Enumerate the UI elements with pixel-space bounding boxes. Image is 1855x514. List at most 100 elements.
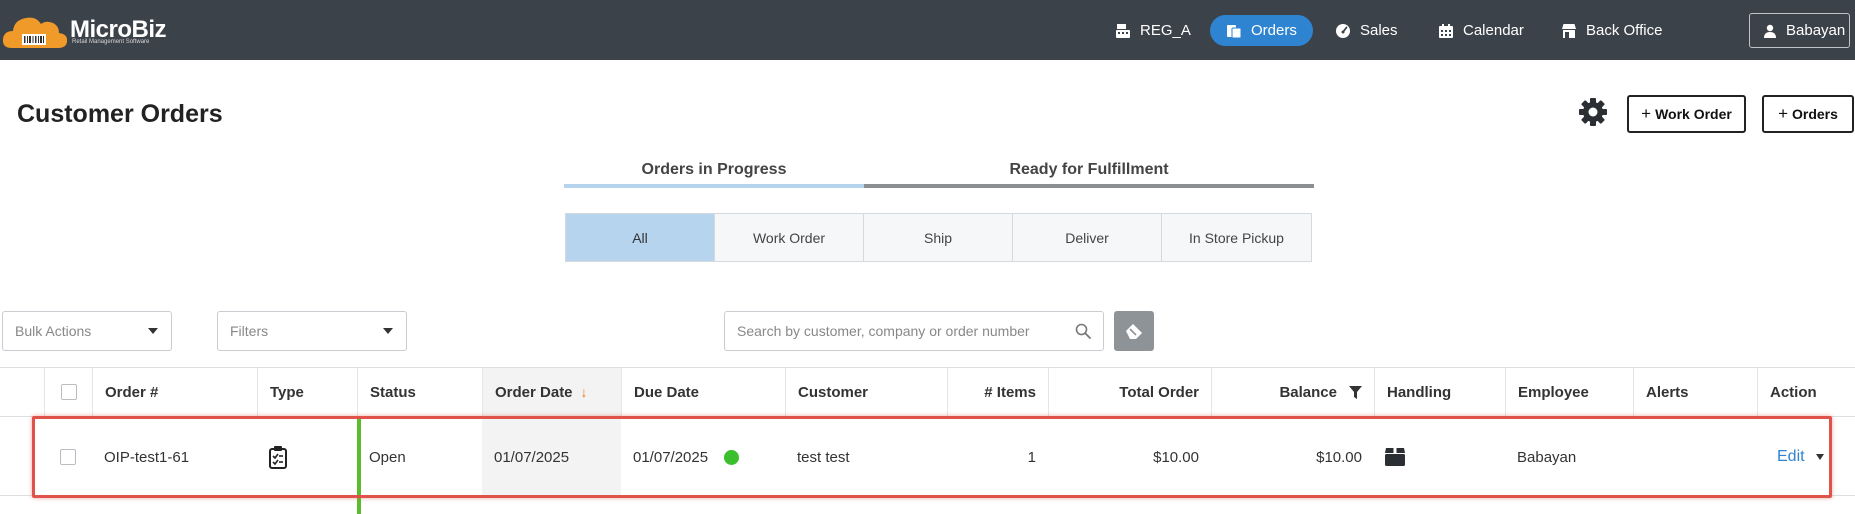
order-date-cell: 01/07/2025 [482, 418, 621, 496]
search-icon[interactable] [1075, 323, 1091, 339]
col-due-date[interactable]: Due Date [621, 368, 785, 416]
balance: $10.00 [1316, 448, 1362, 466]
bulk-actions-dropdown[interactable]: Bulk Actions [2, 311, 172, 351]
col-order-date-label: Order Date [495, 383, 573, 401]
plus-icon: + [1778, 104, 1788, 123]
nav-back-office[interactable]: Back Office [1561, 15, 1662, 46]
nav-sales-label: Sales [1360, 22, 1398, 39]
brand-tagline: Retail Management Software [72, 39, 150, 45]
col-order-date[interactable]: Order Date ↓ [482, 368, 621, 416]
filters-dropdown[interactable]: Filters [217, 311, 407, 351]
plus-icon: + [1641, 104, 1652, 123]
user-name: Babayan [1786, 22, 1846, 39]
col-customer-label: Customer [798, 383, 869, 401]
bulk-actions-label: Bulk Actions [15, 323, 92, 339]
col-customer[interactable]: Customer [785, 368, 947, 416]
dashboard-gauge-icon [1336, 23, 1350, 38]
col-type[interactable]: Type [257, 368, 357, 416]
col-total-order[interactable]: Total Order [1048, 368, 1211, 416]
segment-all[interactable]: All [566, 214, 715, 261]
col-balance-label: Balance [1279, 383, 1337, 401]
order-number: OIP-test1-61 [104, 448, 190, 466]
chevron-down-icon[interactable] [1815, 454, 1824, 460]
segment-deliver[interactable]: Deliver [1013, 214, 1162, 261]
filters-label: Filters [230, 323, 269, 339]
handling-cell [1374, 418, 1505, 496]
user-icon [1764, 24, 1776, 38]
customer-cell[interactable]: test test [785, 418, 947, 496]
gear-icon[interactable] [1578, 97, 1608, 127]
col-handling-label: Handling [1387, 383, 1452, 401]
segment-ship[interactable]: Ship [864, 214, 1013, 261]
segment-in-store-pickup[interactable]: In Store Pickup [1162, 214, 1311, 261]
microbiz-logo[interactable]: MicroBiz Retail Management Software [0, 8, 170, 52]
select-all-checkbox[interactable] [60, 384, 77, 400]
col-employee-label: Employee [1518, 383, 1589, 401]
customer-name: test test [797, 448, 850, 466]
employee-cell: Babayan [1505, 418, 1633, 496]
col-due-date-label: Due Date [634, 383, 700, 401]
orders-icon [1227, 24, 1242, 38]
status-cell: Open [361, 418, 482, 496]
nav-calendar-label: Calendar [1463, 22, 1524, 39]
search-box [724, 311, 1104, 351]
items-count: 1 [1027, 448, 1036, 466]
due-date-cell: 01/07/2025 [621, 418, 785, 496]
col-status[interactable]: Status [357, 368, 482, 416]
items-cell: 1 [947, 418, 1048, 496]
col-type-label: Type [270, 383, 304, 401]
action-cell: Edit [1757, 418, 1855, 496]
top-navigation-bar: MicroBiz Retail Management Software REG_… [0, 0, 1855, 60]
select-all-cell [44, 368, 92, 416]
nav-register[interactable]: REG_A [1115, 15, 1191, 46]
col-alerts-label: Alerts [1646, 383, 1689, 401]
clear-search-button[interactable] [1114, 311, 1154, 351]
add-order-button[interactable]: + Orders [1762, 95, 1854, 133]
filter-funnel-icon[interactable] [1349, 385, 1362, 399]
orders-table-header: Order # Type Status Order Date ↓ Due Dat… [0, 367, 1855, 417]
due-date: 01/07/2025 [633, 448, 709, 466]
nav-calendar[interactable]: Calendar [1438, 15, 1524, 46]
row-select-cell [44, 418, 92, 496]
edit-link[interactable]: Edit [1777, 448, 1805, 466]
balance-cell: $10.00 [1211, 418, 1374, 496]
page-title: Customer Orders [17, 100, 223, 128]
type-cell [257, 418, 357, 496]
chevron-down-icon [148, 328, 158, 334]
row-checkbox[interactable] [60, 449, 76, 465]
add-work-order-label: Work Order [1655, 106, 1732, 122]
segment-work-order[interactable]: Work Order [715, 214, 864, 261]
order-date: 01/07/2025 [494, 448, 570, 466]
nav-orders[interactable]: Orders [1210, 15, 1313, 46]
col-balance[interactable]: Balance [1211, 368, 1374, 416]
col-alerts[interactable]: Alerts [1633, 368, 1757, 416]
sort-descending-icon: ↓ [580, 384, 588, 400]
col-order-number[interactable]: Order # [92, 368, 257, 416]
total-order: $10.00 [1153, 448, 1199, 466]
col-handling[interactable]: Handling [1374, 368, 1505, 416]
search-input[interactable] [725, 312, 1055, 350]
tab-ready-for-fulfillment[interactable]: Ready for Fulfillment [864, 161, 1314, 188]
nav-sales[interactable]: Sales [1335, 15, 1398, 46]
user-menu-button[interactable]: Babayan [1749, 13, 1850, 48]
clipboard-icon [269, 446, 287, 469]
col-action-label: Action [1770, 383, 1817, 401]
alerts-cell [1633, 418, 1757, 496]
box-icon [1385, 448, 1405, 466]
tab-orders-in-progress[interactable]: Orders in Progress [564, 161, 864, 188]
order-number-cell[interactable]: OIP-test1-61 [92, 418, 257, 496]
col-items-label: # Items [984, 383, 1036, 401]
table-row[interactable]: OIP-test1-61 Open 01/07/2025 01/07/2025 … [0, 418, 1855, 496]
eraser-icon [1126, 324, 1142, 339]
nav-back-office-label: Back Office [1586, 22, 1663, 39]
store-icon [1562, 23, 1576, 38]
due-status-dot-icon [724, 449, 740, 465]
col-employee[interactable]: Employee [1505, 368, 1633, 416]
total-order-cell: $10.00 [1048, 418, 1211, 496]
open-status-indicator [357, 418, 361, 514]
col-order-number-label: Order # [105, 383, 159, 401]
col-status-label: Status [370, 383, 416, 401]
col-action: Action [1757, 368, 1855, 416]
add-work-order-button[interactable]: + Work Order [1627, 95, 1746, 133]
col-items[interactable]: # Items [947, 368, 1048, 416]
